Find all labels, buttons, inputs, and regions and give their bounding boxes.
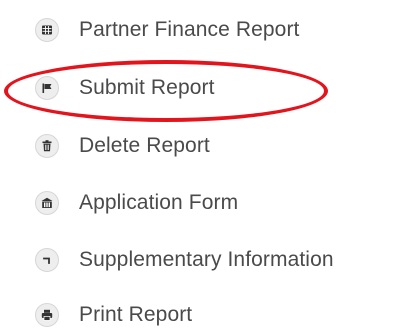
print-icon — [35, 303, 59, 327]
flag-icon — [35, 76, 59, 100]
trash-icon — [35, 134, 59, 158]
menu-item-label: Print Report — [79, 303, 193, 326]
menu-item-partner-finance-report[interactable]: Partner Finance Report — [35, 12, 299, 48]
menu-item-label: Partner Finance Report — [79, 18, 300, 41]
menu-item-supplementary-information[interactable]: Supplementary Information — [35, 242, 334, 278]
corner-icon — [35, 248, 59, 272]
menu-item-label: Delete Report — [79, 134, 210, 157]
menu-item-label: Application Form — [79, 191, 239, 214]
menu-item-application-form[interactable]: Application Form — [35, 185, 238, 221]
menu-item-label: Supplementary Information — [79, 248, 334, 271]
bank-icon — [35, 191, 59, 215]
table-icon — [35, 18, 59, 42]
menu-item-submit-report[interactable]: Submit Report — [35, 70, 215, 106]
menu-item-print-report[interactable]: Print Report — [35, 297, 192, 330]
menu-item-delete-report[interactable]: Delete Report — [35, 128, 210, 164]
menu-item-label: Submit Report — [79, 76, 215, 99]
actions-menu: Partner Finance Report Submit Report Del… — [0, 0, 395, 330]
